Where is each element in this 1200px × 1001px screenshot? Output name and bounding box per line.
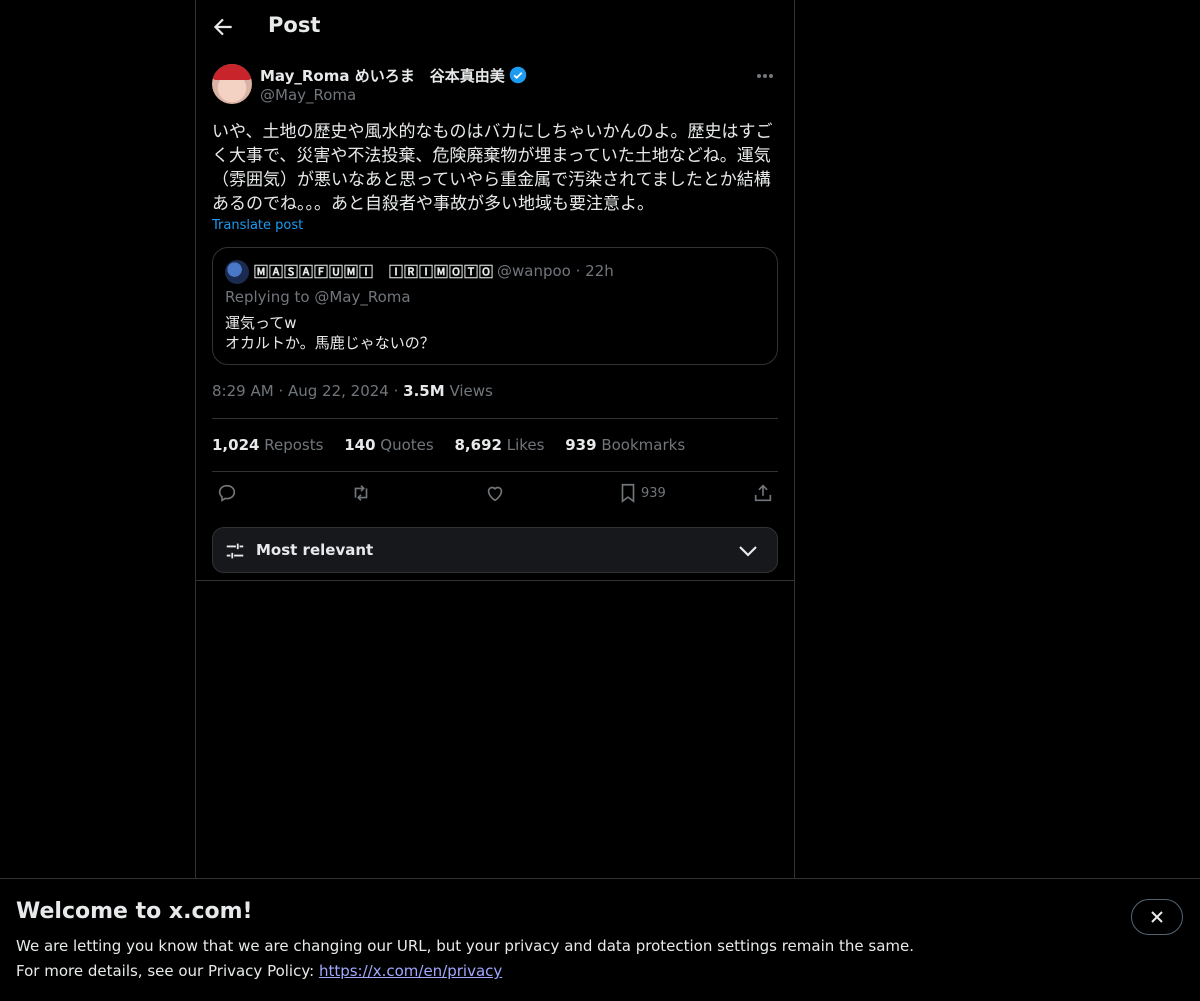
meta-separator: · xyxy=(575,262,586,280)
quoted-time: 22h xyxy=(585,262,614,280)
bookmarks-stat[interactable]: 939 Bookmarks xyxy=(565,436,685,454)
back-button[interactable] xyxy=(210,14,236,40)
share-icon xyxy=(754,484,772,502)
privacy-policy-link[interactable]: https://x.com/en/privacy xyxy=(319,962,502,980)
meta-separator: · xyxy=(393,382,404,400)
banner-privacy-line: For more details, see our Privacy Policy… xyxy=(16,962,502,980)
back-arrow-icon xyxy=(213,18,232,36)
post-meta: 8:29 AM · Aug 22, 2024 · 3.5M Views xyxy=(212,382,493,400)
divider xyxy=(212,471,778,472)
sort-label: Most relevant xyxy=(256,541,374,559)
chevron-down-icon xyxy=(739,546,757,557)
replying-to: Replying to @May_Roma xyxy=(225,288,411,306)
divider xyxy=(196,580,794,581)
banner-privacy-prefix: For more details, see our Privacy Policy… xyxy=(16,962,319,980)
main-column: Post May_Roma めいろま 谷本真由美 @May_Roma いや、土地… xyxy=(195,0,795,878)
bookmarks-count: 939 xyxy=(565,436,597,454)
share-button[interactable] xyxy=(752,482,774,508)
quoted-post[interactable]: 🄼🄰🅂🄰🄵🅄🄼🄸 🄸🅁🄸🄼🄾🅃🄾 @wanpoo · 22h Replying … xyxy=(212,247,778,365)
more-options-icon[interactable] xyxy=(752,64,778,88)
repost-icon xyxy=(354,485,368,501)
like-button[interactable] xyxy=(484,482,506,508)
reposts-stat[interactable]: 1,024 Reposts xyxy=(212,436,323,454)
avatar[interactable] xyxy=(212,64,252,104)
filter-sliders-icon xyxy=(226,543,244,559)
verified-badge-icon xyxy=(509,66,526,84)
welcome-banner: Welcome to x.com! We are letting you kno… xyxy=(0,878,1200,1001)
reply-button[interactable] xyxy=(216,482,238,508)
quotes-count: 140 xyxy=(344,436,376,454)
quoted-author-meta: @wanpoo · 22h xyxy=(497,262,614,280)
views-label: Views xyxy=(449,382,493,400)
post-date[interactable]: Aug 22, 2024 xyxy=(288,382,389,400)
post-author: May_Roma めいろま 谷本真由美 @May_Roma xyxy=(212,64,778,108)
bookmarks-label: Bookmarks xyxy=(601,436,686,454)
divider xyxy=(212,418,778,419)
post-time[interactable]: 8:29 AM xyxy=(212,382,274,400)
close-banner-button[interactable] xyxy=(1131,899,1183,935)
close-icon xyxy=(1151,911,1163,923)
heart-icon xyxy=(487,486,503,502)
avatar-hat xyxy=(212,64,252,80)
post-text: いや、土地の歴史や風水的なものはバカにしちゃいかんのよ。歴史はすご く大事で、災… xyxy=(212,122,773,214)
meta-separator: · xyxy=(278,382,288,400)
bookmark-icon xyxy=(621,483,635,503)
action-bar: 939 xyxy=(212,482,778,510)
reposts-label: Reposts xyxy=(264,436,324,454)
header: Post xyxy=(196,0,794,53)
translate-post-link[interactable]: Translate post xyxy=(212,218,303,233)
post-stats: 1,024 Reposts 140 Quotes 8,692 Likes 939… xyxy=(212,436,701,454)
quoted-text: 運気ってw オカルトか。馬鹿じゃないの？ xyxy=(225,314,435,352)
reply-icon xyxy=(218,484,236,502)
views-count: 3.5M xyxy=(403,382,445,400)
quotes-stat[interactable]: 140 Quotes xyxy=(344,436,434,454)
quoted-author-handle: @wanpoo xyxy=(497,262,571,280)
author-name[interactable]: May_Roma めいろま 谷本真由美 xyxy=(260,65,527,86)
banner-message: We are letting you know that we are chan… xyxy=(16,937,915,955)
likes-label: Likes xyxy=(506,436,545,454)
quotes-label: Quotes xyxy=(380,436,434,454)
bookmark-button[interactable]: 939 xyxy=(617,482,666,508)
reposts-count: 1,024 xyxy=(212,436,260,454)
likes-stat[interactable]: 8,692 Likes xyxy=(455,436,545,454)
page-title: Post xyxy=(268,13,321,37)
sort-replies-dropdown[interactable]: Most relevant xyxy=(212,527,778,573)
banner-title: Welcome to x.com! xyxy=(16,899,253,924)
author-name-text: May_Roma めいろま 谷本真由美 xyxy=(260,67,505,85)
author-handle[interactable]: @May_Roma xyxy=(260,86,356,104)
quoted-author-name: 🄼🄰🅂🄰🄵🅄🄼🄸 🄸🅁🄸🄼🄾🅃🄾 xyxy=(254,265,494,281)
likes-count: 8,692 xyxy=(454,436,502,454)
repost-button[interactable] xyxy=(350,482,372,508)
quoted-avatar xyxy=(225,260,249,284)
bookmark-count: 939 xyxy=(641,485,666,501)
